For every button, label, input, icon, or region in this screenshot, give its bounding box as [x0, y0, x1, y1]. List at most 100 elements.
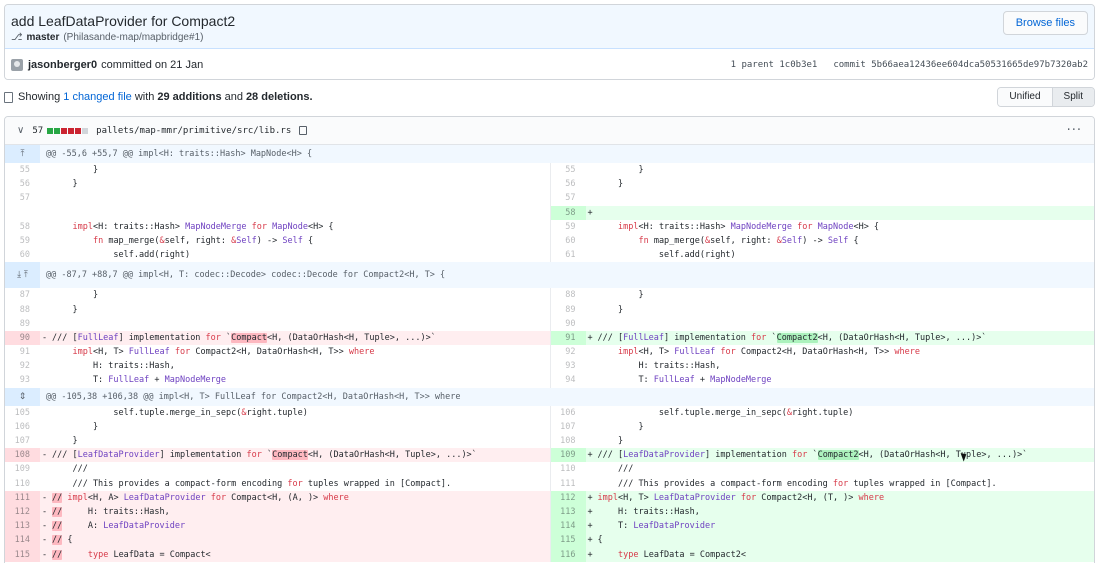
diff-sign	[586, 234, 598, 248]
line-number[interactable]: 109	[550, 448, 586, 463]
diff-row: 112-// H: traits::Hash, 113 + H: traits::H…	[5, 504, 1095, 520]
copy-path-icon[interactable]	[299, 126, 308, 135]
line-number[interactable]: 112	[550, 490, 586, 505]
diff-sign: +	[587, 450, 593, 461]
line-number[interactable]: 116	[550, 547, 586, 562]
line-number[interactable]: 59	[551, 220, 586, 234]
diff-sign: -	[42, 506, 48, 517]
diff-sign	[586, 303, 598, 317]
parent-commit[interactable]: 1 parent 1c0b3e1	[731, 60, 818, 70]
line-number[interactable]: 61	[551, 248, 586, 262]
line-number[interactable]: 114	[5, 533, 40, 548]
code-line: H: traits::Hash,	[598, 359, 1095, 373]
line-number[interactable]: 105	[5, 406, 40, 420]
unified-view-button[interactable]: Unified	[998, 88, 1052, 106]
line-number[interactable]: 56	[551, 177, 586, 191]
commit-hash: commit 5b66aea12436ee604dca50531665de97b…	[833, 59, 1088, 70]
diff-row: 105 self.tuple.merge_in_sepc(&right.tupl…	[5, 405, 1094, 420]
line-number[interactable]: 113	[5, 519, 40, 534]
line-number[interactable]: 59	[5, 234, 40, 248]
summary-and: and	[224, 91, 243, 103]
expand-lines-icon[interactable]: ⤓ ⤒	[5, 262, 40, 289]
code-line: }	[598, 420, 1095, 434]
file-diff: ∨ 57 pallets/map-mmr/primitive/src/lib.r…	[4, 116, 1095, 563]
changed-files-link[interactable]: 1 changed file	[63, 91, 132, 103]
diff-row: 56 } 56 }	[5, 177, 1094, 192]
expand-lines-icon[interactable]: ⤒	[5, 145, 40, 163]
diff-side-r: 60 fn map_merge(&self, right: &Self) -> …	[549, 233, 1095, 249]
line-number[interactable]: 113	[550, 504, 586, 520]
hunk-header-text: @@ -105,38 +106,38 @@ impl<H, T> FullLea…	[46, 391, 461, 402]
code-line: }	[52, 420, 550, 434]
line-number[interactable]: 88	[5, 303, 40, 317]
more-options-icon[interactable]: ···	[1067, 123, 1082, 138]
line-number[interactable]: 56	[5, 177, 40, 191]
branch-line: ⎇ master (Philasande-map/mapbridge#1)	[11, 32, 1088, 43]
file-path[interactable]: pallets/map-mmr/primitive/src/lib.rs	[96, 126, 291, 136]
line-number[interactable]: 90	[5, 330, 40, 346]
code-line: H: traits::Hash,	[598, 505, 1095, 519]
line-number[interactable]: 115	[5, 547, 40, 562]
line-number[interactable]: 111	[551, 477, 586, 491]
split-view-button[interactable]: Split	[1051, 88, 1094, 106]
line-number[interactable]: 106	[5, 420, 40, 434]
line-number[interactable]: 89	[551, 303, 586, 317]
line-number[interactable]: 109	[5, 462, 40, 476]
diff-side-l	[5, 206, 550, 220]
line-number[interactable]: 114	[550, 519, 586, 534]
line-number[interactable]: 88	[551, 288, 586, 302]
line-number[interactable]: 92	[551, 345, 586, 359]
change-count: 57	[32, 125, 44, 136]
line-number[interactable]: 60	[551, 234, 586, 248]
diff-sign	[586, 163, 598, 177]
line-number[interactable]: 108	[5, 448, 40, 463]
line-number[interactable]: 93	[5, 373, 40, 387]
diff-side-r: 61 self.add(right)	[549, 248, 1095, 263]
avatar[interactable]	[11, 58, 23, 71]
line-number[interactable]	[5, 206, 40, 220]
file-diff-icon	[4, 91, 13, 103]
line-number[interactable]: 108	[551, 434, 586, 448]
code-text: H: traits::Hash,	[62, 506, 170, 517]
line-number[interactable]: 107	[5, 434, 40, 448]
line-number[interactable]: 91	[5, 345, 40, 359]
line-number[interactable]: 111	[5, 490, 40, 505]
line-number[interactable]: 94	[551, 373, 586, 387]
browse-files-button[interactable]: Browse files	[1002, 11, 1088, 35]
branch-name[interactable]: master	[27, 32, 60, 43]
code-text: impl<H: traits::Hash> MapNodeMerge for M…	[617, 221, 880, 232]
pr-reference[interactable]: (Philasande-map/mapbridge#1)	[63, 32, 203, 43]
diff-row: 114-// {115 + {	[5, 533, 1094, 548]
line-number[interactable]: 115	[550, 533, 586, 548]
diff-side-l: 112-// H: traits::Hash,	[5, 504, 550, 520]
line-number[interactable]: 89	[5, 317, 40, 331]
line-number[interactable]: 57	[5, 191, 40, 205]
code-text: /// [FullLeaf] implementation for `	[52, 332, 232, 343]
line-number[interactable]: 90	[551, 317, 586, 331]
line-number[interactable]: 58	[550, 205, 586, 220]
line-number[interactable]: 91	[550, 330, 586, 346]
line-number[interactable]: 87	[5, 288, 40, 302]
line-number[interactable]: 107	[551, 420, 586, 434]
author-name[interactable]: jasonberger0	[28, 59, 97, 71]
line-number[interactable]: 110	[5, 477, 40, 491]
line-number[interactable]: 60	[5, 248, 40, 262]
diff-sign: -	[42, 492, 48, 503]
line-number[interactable]: 112	[5, 504, 40, 520]
line-number[interactable]: 58	[5, 220, 40, 234]
line-number[interactable]: 106	[551, 406, 586, 420]
diff-sign	[586, 345, 598, 359]
line-number[interactable]: 93	[551, 359, 586, 373]
line-number[interactable]: 55	[5, 163, 40, 177]
diff-sign: +	[587, 332, 593, 343]
line-number[interactable]: 57	[551, 191, 586, 205]
diff-sign	[40, 191, 52, 205]
expand-lines-icon[interactable]: ⇕	[5, 387, 40, 406]
chevron-down-icon[interactable]: ∨	[17, 125, 24, 136]
line-number[interactable]: 92	[5, 359, 40, 373]
diff-sign: -	[42, 521, 48, 532]
diff-side-r: 107 }	[549, 419, 1095, 434]
line-number[interactable]: 110	[551, 462, 586, 476]
line-number[interactable]: 55	[551, 163, 586, 177]
